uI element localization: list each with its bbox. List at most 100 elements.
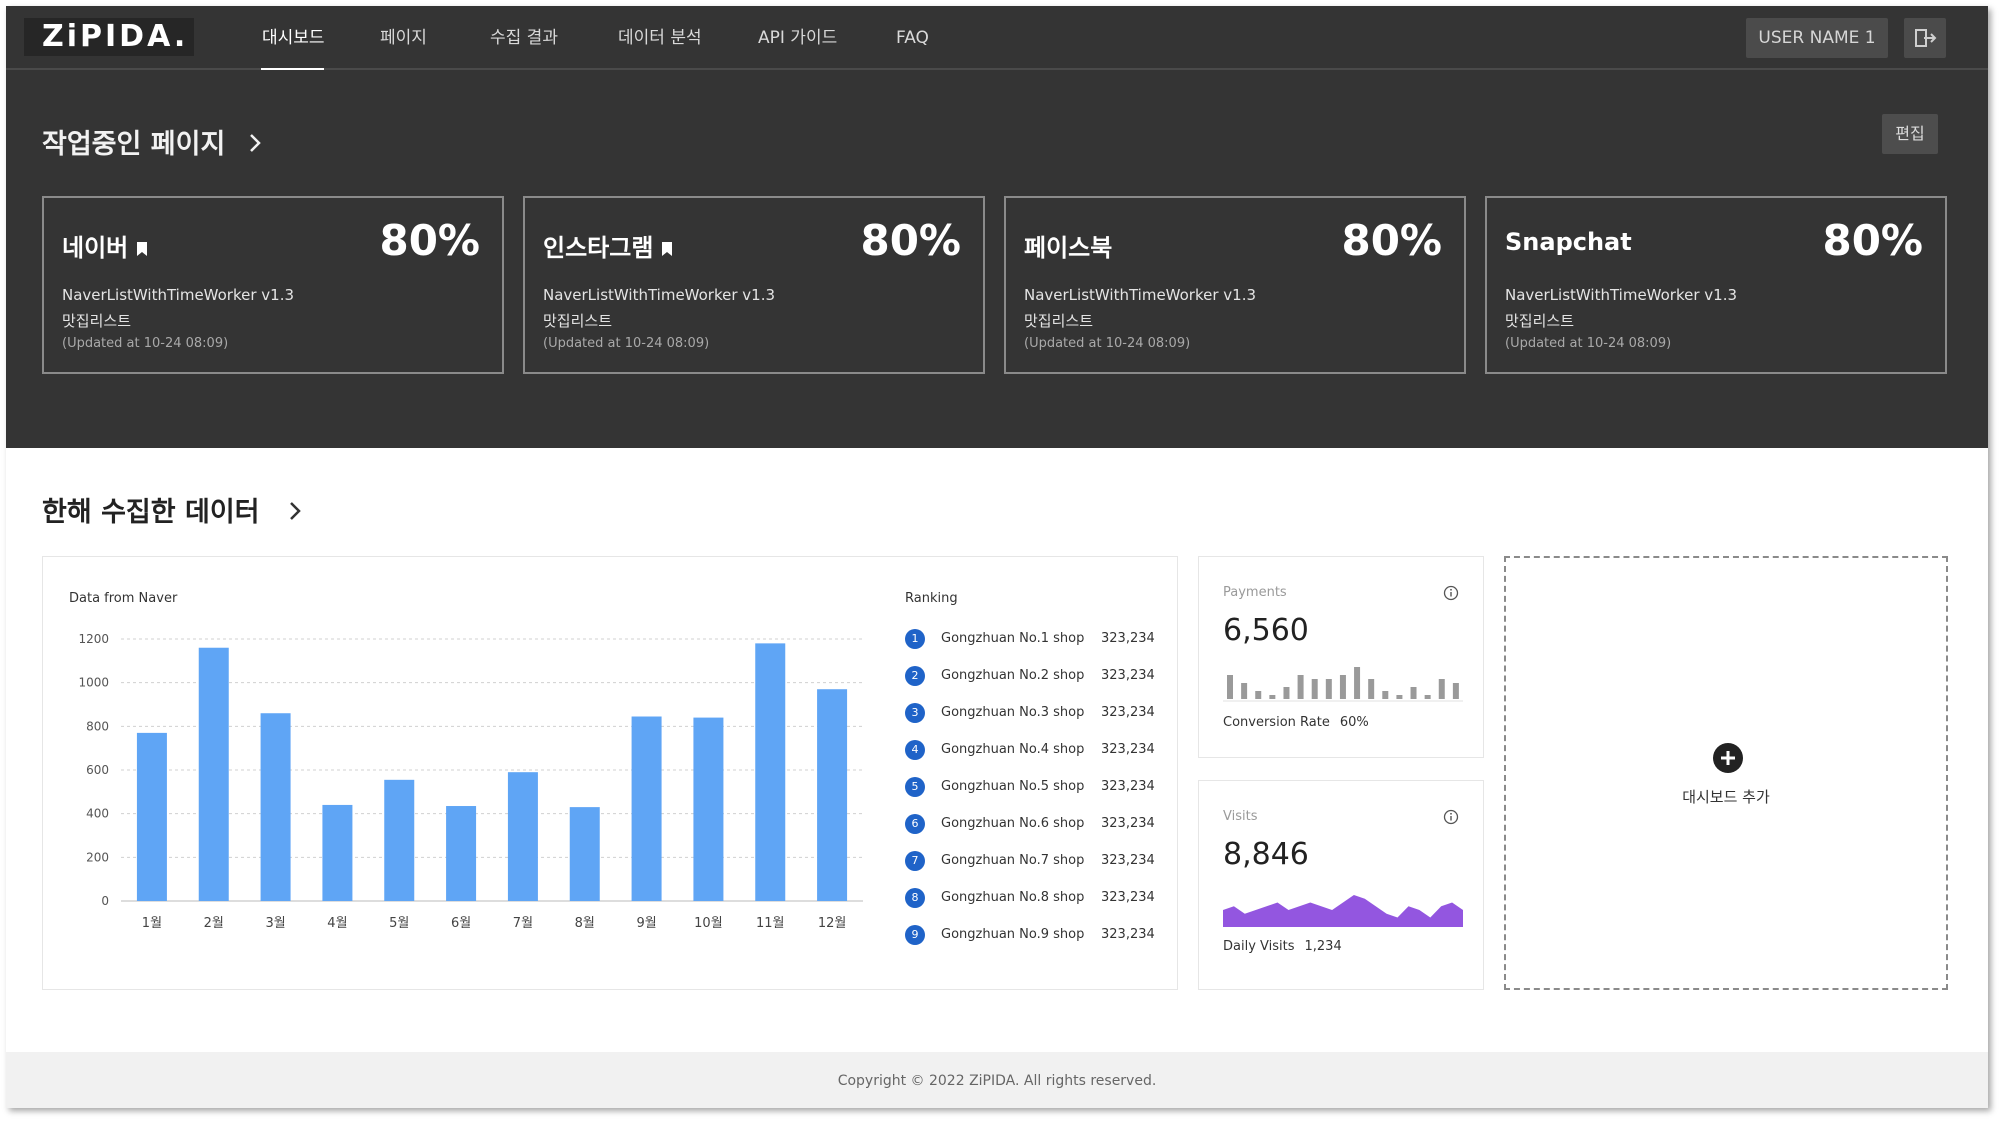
y-tick-label: 600 — [86, 763, 109, 777]
bar[interactable] — [755, 643, 786, 901]
rank-shop: Gongzhuan No.8 shop — [941, 890, 1085, 905]
bar[interactable] — [198, 647, 229, 901]
nav-pages[interactable]: 페이지 — [380, 6, 427, 70]
rank-badge: 3 — [905, 703, 925, 723]
rank-shop: Gongzhuan No.1 shop — [941, 631, 1085, 646]
nav-dashboard[interactable]: 대시보드 — [262, 6, 325, 70]
rank-shop: Gongzhuan No.7 shop — [941, 853, 1085, 868]
work-card-instagram[interactable]: 인스타그램 80% NaverListWithTimeWorker v1.3 맛… — [523, 196, 985, 374]
chevron-right-icon — [290, 502, 301, 520]
y-tick-label: 800 — [86, 719, 109, 733]
rank-value: 323,234 — [1101, 668, 1155, 683]
nav-faq[interactable]: FAQ — [896, 6, 929, 70]
rank-value: 323,234 — [1101, 927, 1155, 942]
payments-card: Payments 6,560 Conversion Rate 60% — [1198, 556, 1484, 758]
bar[interactable] — [817, 689, 848, 901]
rank-value: 323,234 — [1101, 816, 1155, 831]
x-tick-label: 6월 — [451, 916, 471, 931]
x-tick-label: 2월 — [204, 916, 224, 931]
bar[interactable] — [569, 807, 600, 901]
rank-shop: Gongzhuan No.4 shop — [941, 742, 1085, 757]
bar-chart: 0 200 400 600 800 1000 1200 1월 2월 3월 4월 5월 6월 7월 8월 9월 1… — [78, 632, 863, 931]
card-worker: NaverListWithTimeWorker v1.3 — [1024, 286, 1257, 304]
plus-circle-icon[interactable] — [1712, 742, 1744, 774]
payments-label: Payments — [1223, 585, 1287, 600]
rank-value: 323,234 — [1101, 890, 1155, 905]
edit-button[interactable]: 편집 — [1882, 114, 1938, 154]
card-progress: 80% — [1822, 216, 1923, 265]
work-title-text: 작업중인 페이지 — [42, 129, 226, 160]
y-tick-label: 400 — [86, 807, 109, 821]
work-section-title[interactable]: 작업중인 페이지 — [42, 122, 267, 161]
bookmark-icon — [662, 242, 673, 256]
nav-analysis[interactable]: 데이터 분석 — [618, 6, 702, 70]
data-title-text: 한해 수집한 데이터 — [42, 497, 260, 528]
card-list: 맛집리스트 — [543, 312, 613, 330]
add-dashboard-label: 대시보드 추가 — [1682, 788, 1770, 806]
spark-bar — [1396, 695, 1403, 699]
rank-value: 323,234 — [1101, 742, 1155, 757]
work-card-snapchat[interactable]: Snapchat 80% NaverListWithTimeWorker v1.… — [1485, 196, 1947, 374]
rank-value: 323,234 — [1101, 631, 1155, 646]
info-icon[interactable] — [1443, 585, 1459, 601]
bar[interactable] — [446, 806, 477, 901]
y-tick-label: 200 — [86, 850, 109, 864]
bar[interactable] — [136, 732, 167, 901]
bookmark-icon — [137, 242, 148, 256]
spark-bar — [1354, 667, 1361, 699]
x-tick-label: 12월 — [818, 916, 847, 931]
bar[interactable] — [693, 717, 724, 901]
rank-badge: 7 — [905, 851, 925, 871]
card-worker: NaverListWithTimeWorker v1.3 — [1505, 286, 1738, 304]
spark-bar — [1368, 679, 1375, 699]
visits-card: Visits 8,846 Daily Visits 1,234 — [1198, 780, 1484, 990]
nav-api-guide[interactable]: API 가이드 — [758, 6, 837, 70]
x-tick-label: 11월 — [756, 916, 785, 931]
x-tick-label: 3월 — [265, 916, 285, 931]
card-worker: NaverListWithTimeWorker v1.3 — [62, 286, 295, 304]
chevron-right-icon — [249, 134, 261, 152]
spark-bar — [1241, 683, 1248, 699]
rank-badge: 1 — [905, 629, 925, 649]
x-tick-label: 4월 — [327, 916, 347, 931]
bar[interactable] — [322, 804, 353, 901]
y-tick-label: 0 — [101, 894, 109, 908]
card-list: 맛집리스트 — [62, 312, 132, 330]
rank-shop: Gongzhuan No.9 shop — [941, 927, 1085, 942]
logo[interactable]: ZiPIDA. — [24, 18, 194, 56]
spark-bar — [1438, 679, 1445, 699]
payments-value: 6,560 — [1223, 613, 1309, 648]
work-section: 작업중인 페이지 편집 네이버 80% NaverListWithTimeWor… — [6, 70, 1988, 448]
card-progress: 80% — [1341, 216, 1442, 265]
bar[interactable] — [260, 713, 291, 901]
add-dashboard-card[interactable]: 대시보드 추가 — [1504, 556, 1948, 990]
bar[interactable] — [631, 716, 662, 901]
top-nav: ZiPIDA. 대시보드 페이지 수집 결과 데이터 분석 API 가이드 FA… — [6, 6, 1988, 71]
ranking-title: Ranking — [905, 591, 958, 606]
logout-button[interactable] — [1904, 18, 1946, 58]
card-name: 인스타그램 — [543, 228, 673, 263]
x-tick-label: 9월 — [636, 916, 656, 931]
info-icon[interactable] — [1443, 809, 1459, 825]
x-tick-label: 5월 — [389, 916, 409, 931]
x-tick-label: 8월 — [575, 916, 595, 931]
work-card-facebook[interactable]: 페이스북 80% NaverListWithTimeWorker v1.3 맛집… — [1004, 196, 1466, 374]
spark-bar — [1297, 675, 1304, 699]
data-section-title[interactable]: 한해 수집한 데이터 — [42, 490, 307, 529]
bar[interactable] — [384, 779, 415, 901]
x-tick-label: 7월 — [513, 916, 533, 931]
work-card-naver[interactable]: 네이버 80% NaverListWithTimeWorker v1.3 맛집리… — [42, 196, 504, 374]
card-worker: NaverListWithTimeWorker v1.3 — [543, 286, 776, 304]
visits-label: Visits — [1223, 809, 1258, 824]
footer: Copyright © 2022 ZiPIDA. All rights rese… — [6, 1052, 1988, 1108]
spark-bar — [1311, 679, 1318, 699]
payments-sparkline — [1223, 667, 1463, 702]
bar[interactable] — [507, 772, 538, 901]
rank-shop: Gongzhuan No.2 shop — [941, 668, 1085, 683]
card-name: Snapchat — [1505, 228, 1632, 256]
visits-value: 8,846 — [1223, 837, 1309, 872]
nav-results[interactable]: 수집 결과 — [490, 6, 558, 70]
spark-bar — [1283, 687, 1290, 699]
user-menu-button[interactable]: USER NAME 1 — [1746, 18, 1888, 58]
spark-bar — [1424, 695, 1431, 699]
